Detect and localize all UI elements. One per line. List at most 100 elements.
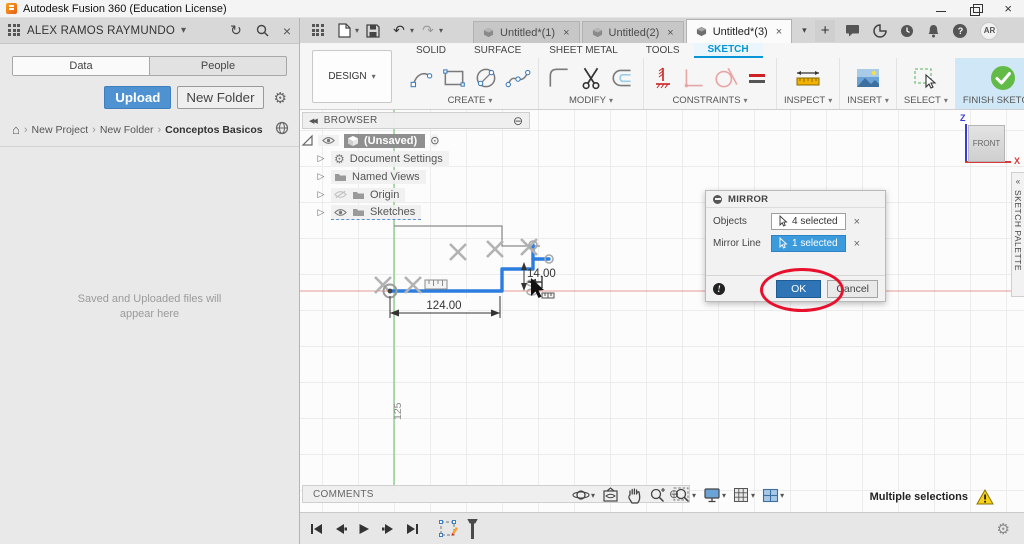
zoom-tool[interactable] xyxy=(649,487,666,504)
ribbon-tab-sheetmetal[interactable]: SHEET METAL xyxy=(535,43,632,58)
group-label-inspect[interactable]: INSPECT xyxy=(784,95,825,106)
horizontal-vertical-constraint-icon[interactable] xyxy=(681,65,707,91)
group-chevron-icon[interactable]: ▾ xyxy=(488,96,492,105)
search-icon[interactable] xyxy=(256,24,269,37)
sketch-palette-tab[interactable]: « SKETCH PALETTE xyxy=(1011,172,1024,297)
timeline-settings-gear-icon[interactable]: ⚙ xyxy=(997,520,1016,538)
tab-close-icon[interactable]: × xyxy=(667,27,673,39)
look-at-tool[interactable] xyxy=(602,487,619,503)
viewports[interactable]: ▾ xyxy=(762,488,784,503)
mirror-line-selection-button[interactable]: 1 selected xyxy=(771,235,846,252)
fix-constraint-icon[interactable] xyxy=(651,65,675,91)
undo-icon[interactable]: ↶ xyxy=(387,20,411,41)
display-chevron-icon[interactable]: ▾ xyxy=(722,491,726,500)
feedback-comment-icon[interactable] xyxy=(845,24,860,37)
tab-data[interactable]: Data xyxy=(13,57,149,75)
browser-collapse-icon[interactable]: ◀◀ xyxy=(309,117,318,125)
group-label-finish-sketch[interactable]: FINISH SKETCH xyxy=(963,95,1024,106)
expand-arrow-icon[interactable]: ▷ xyxy=(316,171,326,182)
ribbon-tab-surface[interactable]: SURFACE xyxy=(460,43,535,58)
notifications-bell-icon[interactable] xyxy=(927,24,940,38)
offset-tool-icon[interactable] xyxy=(610,65,636,91)
group-chevron-icon[interactable]: ▾ xyxy=(885,96,889,105)
dimension-horizontal[interactable]: 124.00 xyxy=(389,296,501,318)
profile-avatar[interactable]: AR xyxy=(980,21,999,40)
clear-mirror-line-icon[interactable]: × xyxy=(854,238,860,250)
group-label-insert[interactable]: INSERT xyxy=(847,95,882,106)
file-menu-icon[interactable] xyxy=(332,20,356,41)
spline-tool-icon[interactable] xyxy=(505,65,531,91)
tab-people[interactable]: People xyxy=(149,57,286,75)
grid-settings[interactable]: ▾ xyxy=(733,487,755,503)
browser-root-label[interactable]: (Unsaved) xyxy=(364,135,417,147)
orbit-tool[interactable]: ▾ xyxy=(572,486,595,504)
extensions-icon[interactable] xyxy=(873,23,888,38)
timeline-play-button[interactable] xyxy=(356,521,372,537)
timeline-go-to-start-button[interactable] xyxy=(308,521,324,537)
new-document-icon[interactable]: + xyxy=(814,19,836,42)
browser-item-origin[interactable]: ▷ Origin xyxy=(302,186,534,203)
user-chevron-down-icon[interactable]: ▾ xyxy=(181,25,186,36)
group-chevron-icon[interactable]: ▾ xyxy=(744,96,748,105)
breadcrumb-item-folder[interactable]: New Folder xyxy=(100,124,154,136)
group-label-select[interactable]: SELECT xyxy=(904,95,941,106)
line-tool-icon[interactable] xyxy=(409,65,435,91)
user-name[interactable]: ALEX RAMOS RAYMUNDO xyxy=(27,25,175,37)
browser-item-root[interactable]: (Unsaved) ⊙ xyxy=(301,132,534,149)
fit-tool[interactable]: ▾ xyxy=(673,487,696,504)
objects-selection-button[interactable]: 4 selected xyxy=(771,213,846,230)
undo-chevron-icon[interactable]: ▾ xyxy=(410,26,414,35)
minimize-icon[interactable] xyxy=(936,4,948,14)
close-panel-icon[interactable]: × xyxy=(283,23,291,39)
refresh-icon[interactable]: ↻ xyxy=(230,22,242,39)
select-tool-icon[interactable] xyxy=(912,65,940,91)
breadcrumb-item-project[interactable]: New Project xyxy=(32,124,89,136)
measure-tool-icon[interactable] xyxy=(794,65,822,91)
app-grid-icon[interactable] xyxy=(8,24,21,37)
mirror-dialog-header[interactable]: MIRROR xyxy=(706,191,885,208)
rectangle-tool-icon[interactable] xyxy=(441,65,467,91)
document-tab-2[interactable]: Untitled(2) × xyxy=(581,21,684,43)
activate-radio-icon[interactable]: ⊙ xyxy=(430,134,440,147)
viewcube-front-face[interactable]: FRONT xyxy=(968,125,1005,162)
expand-arrow-icon[interactable]: ▷ xyxy=(316,153,326,164)
dialog-info-icon[interactable]: ! xyxy=(713,282,725,295)
timeline-sketch-feature[interactable] xyxy=(438,519,460,539)
redo-icon[interactable]: ↷ xyxy=(416,20,440,41)
orbit-chevron-icon[interactable]: ▾ xyxy=(591,491,595,500)
file-menu-chevron-icon[interactable]: ▾ xyxy=(355,26,359,35)
fit-chevron-icon[interactable]: ▾ xyxy=(692,491,696,500)
help-icon[interactable]: ? xyxy=(953,23,968,38)
timeline-step-forward-button[interactable] xyxy=(380,521,396,537)
visibility-eye-icon[interactable] xyxy=(322,136,335,145)
ribbon-tab-tools[interactable]: TOOLS xyxy=(632,43,694,58)
browser-item-named-views[interactable]: ▷ Named Views xyxy=(302,168,534,185)
ribbon-tab-sketch[interactable]: SKETCH xyxy=(693,43,763,58)
timeline-go-to-end-button[interactable] xyxy=(404,521,420,537)
circle-tool-icon[interactable] xyxy=(473,65,499,91)
document-tab-3-active[interactable]: Untitled*(3) × xyxy=(685,19,793,43)
group-chevron-icon[interactable]: ▾ xyxy=(944,96,948,105)
tangent-constraint-icon[interactable] xyxy=(713,65,739,91)
timeline-step-back-button[interactable] xyxy=(332,521,348,537)
visibility-eye-off-icon[interactable] xyxy=(334,190,347,199)
breadcrumb-item-current[interactable]: Conceptos Basicos xyxy=(165,124,262,136)
tab-close-icon[interactable]: × xyxy=(776,26,782,38)
browser-item-label[interactable]: Origin xyxy=(370,189,399,201)
browser-item-label[interactable]: Sketches xyxy=(370,206,415,218)
construction-profile[interactable] xyxy=(394,225,540,247)
browser-minimize-icon[interactable]: ⊖ xyxy=(513,114,523,128)
workspace-switcher[interactable]: DESIGN ▾ xyxy=(312,50,392,103)
job-status-clock-icon[interactable] xyxy=(900,24,914,38)
clear-objects-icon[interactable]: × xyxy=(854,216,860,228)
home-icon[interactable]: ⌂ xyxy=(12,122,20,137)
palette-expand-icon[interactable]: « xyxy=(1016,177,1020,186)
sketch-canvas[interactable]: 124.00 14.00 125 ◀◀ BROWSER ⊖ (Unsaved) … xyxy=(300,110,1024,512)
equal-constraint-icon[interactable] xyxy=(745,65,769,91)
document-tab-label[interactable]: Untitled(2) xyxy=(609,27,660,39)
group-label-create[interactable]: CREATE xyxy=(448,95,486,106)
data-settings-gear-icon[interactable]: ⚙ xyxy=(274,89,287,107)
cancel-button[interactable]: Cancel xyxy=(827,279,878,298)
trim-scissors-icon[interactable] xyxy=(578,65,604,91)
finish-sketch-check-icon[interactable] xyxy=(988,63,1018,93)
